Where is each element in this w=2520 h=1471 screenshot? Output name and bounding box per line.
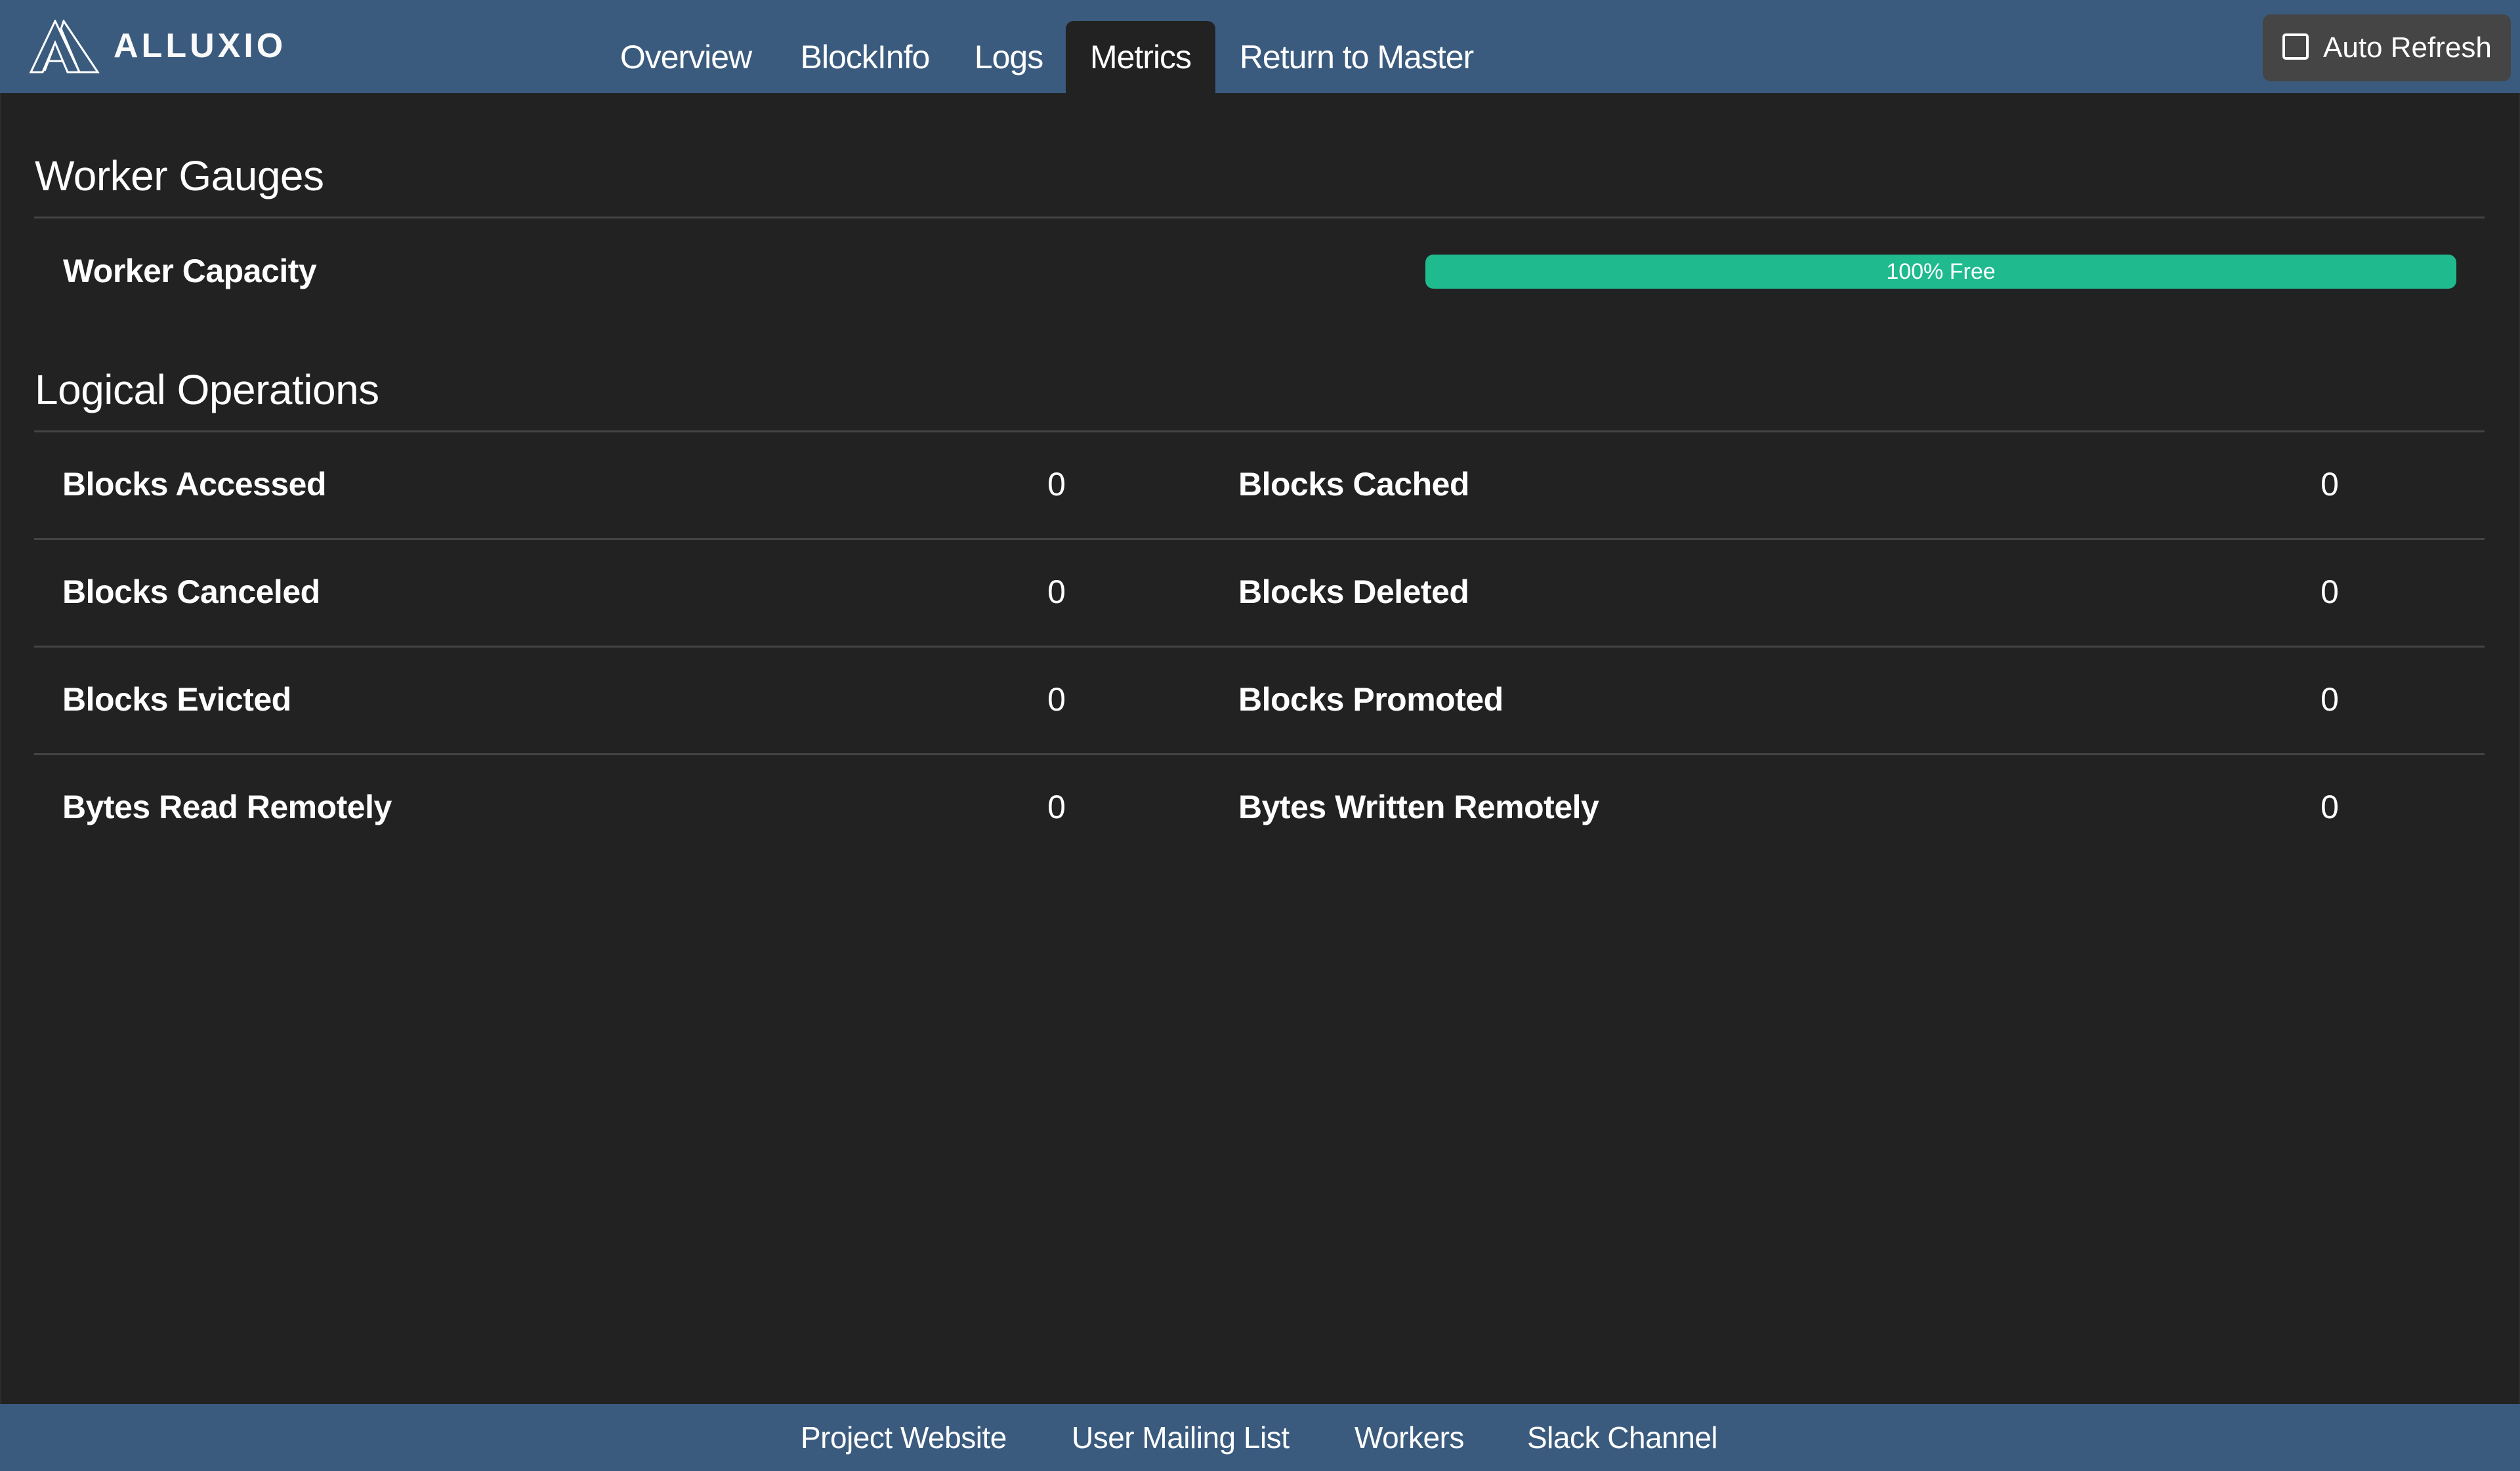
brand-logo[interactable]: ALLUXIO: [28, 20, 283, 73]
divider: [34, 538, 2485, 540]
worker-capacity-progress-bar: 100% Free: [1425, 255, 2456, 289]
metric-value: 0: [2320, 681, 2339, 718]
metric-value: 0: [2320, 789, 2339, 825]
metric-value: 0: [2320, 573, 2339, 610]
metric-label: Blocks Accessed: [62, 466, 327, 503]
checkbox-icon[interactable]: [2282, 33, 2309, 60]
divider: [34, 217, 2485, 218]
top-navbar: ALLUXIO Overview BlockInfo Logs Metrics …: [0, 0, 2520, 93]
metric-label: Bytes Read Remotely: [62, 789, 392, 825]
auto-refresh-toggle[interactable]: Auto Refresh: [2263, 14, 2511, 81]
metric-label: Blocks Canceled: [62, 573, 320, 610]
tab-overview[interactable]: Overview: [610, 21, 761, 93]
footer-link-slack-channel[interactable]: Slack Channel: [1527, 1404, 1718, 1471]
tab-return-to-master[interactable]: Return to Master: [1227, 21, 1486, 93]
metric-value: 0: [1047, 573, 1066, 610]
divider: [34, 753, 2485, 755]
progress-text: 100% Free: [1886, 259, 1996, 284]
worker-gauges-title: Worker Gauges: [35, 152, 324, 199]
tab-metrics[interactable]: Metrics: [1066, 21, 1215, 93]
metric-value: 0: [1047, 789, 1066, 825]
alluxio-logo-icon: [29, 20, 100, 73]
page-border: [0, 93, 1, 1404]
metric-value: 0: [1047, 466, 1066, 503]
divider: [34, 646, 2485, 648]
worker-capacity-label: Worker Capacity: [63, 253, 317, 289]
auto-refresh-label: Auto Refresh: [2323, 31, 2492, 64]
tab-blockinfo[interactable]: BlockInfo: [788, 21, 942, 93]
metric-label: Blocks Evicted: [62, 681, 291, 718]
footer-link-workers[interactable]: Workers: [1354, 1404, 1464, 1471]
logical-operations-title: Logical Operations: [35, 366, 379, 413]
footer-link-user-mailing-list[interactable]: User Mailing List: [1072, 1404, 1290, 1471]
metric-label: Blocks Cached: [1238, 466, 1469, 503]
brand-name: ALLUXIO: [114, 27, 287, 65]
footer: Project Website User Mailing List Worker…: [0, 1404, 2520, 1471]
tab-logs[interactable]: Logs: [965, 21, 1053, 93]
footer-link-project-website[interactable]: Project Website: [801, 1404, 1007, 1471]
progress-fill: 100% Free: [1425, 255, 2456, 289]
metric-value: 0: [2320, 466, 2339, 503]
metric-value: 0: [1047, 681, 1066, 718]
metric-label: Blocks Deleted: [1238, 573, 1469, 610]
metric-label: Blocks Promoted: [1238, 681, 1503, 718]
divider: [34, 430, 2485, 432]
metric-label: Bytes Written Remotely: [1238, 789, 1599, 825]
